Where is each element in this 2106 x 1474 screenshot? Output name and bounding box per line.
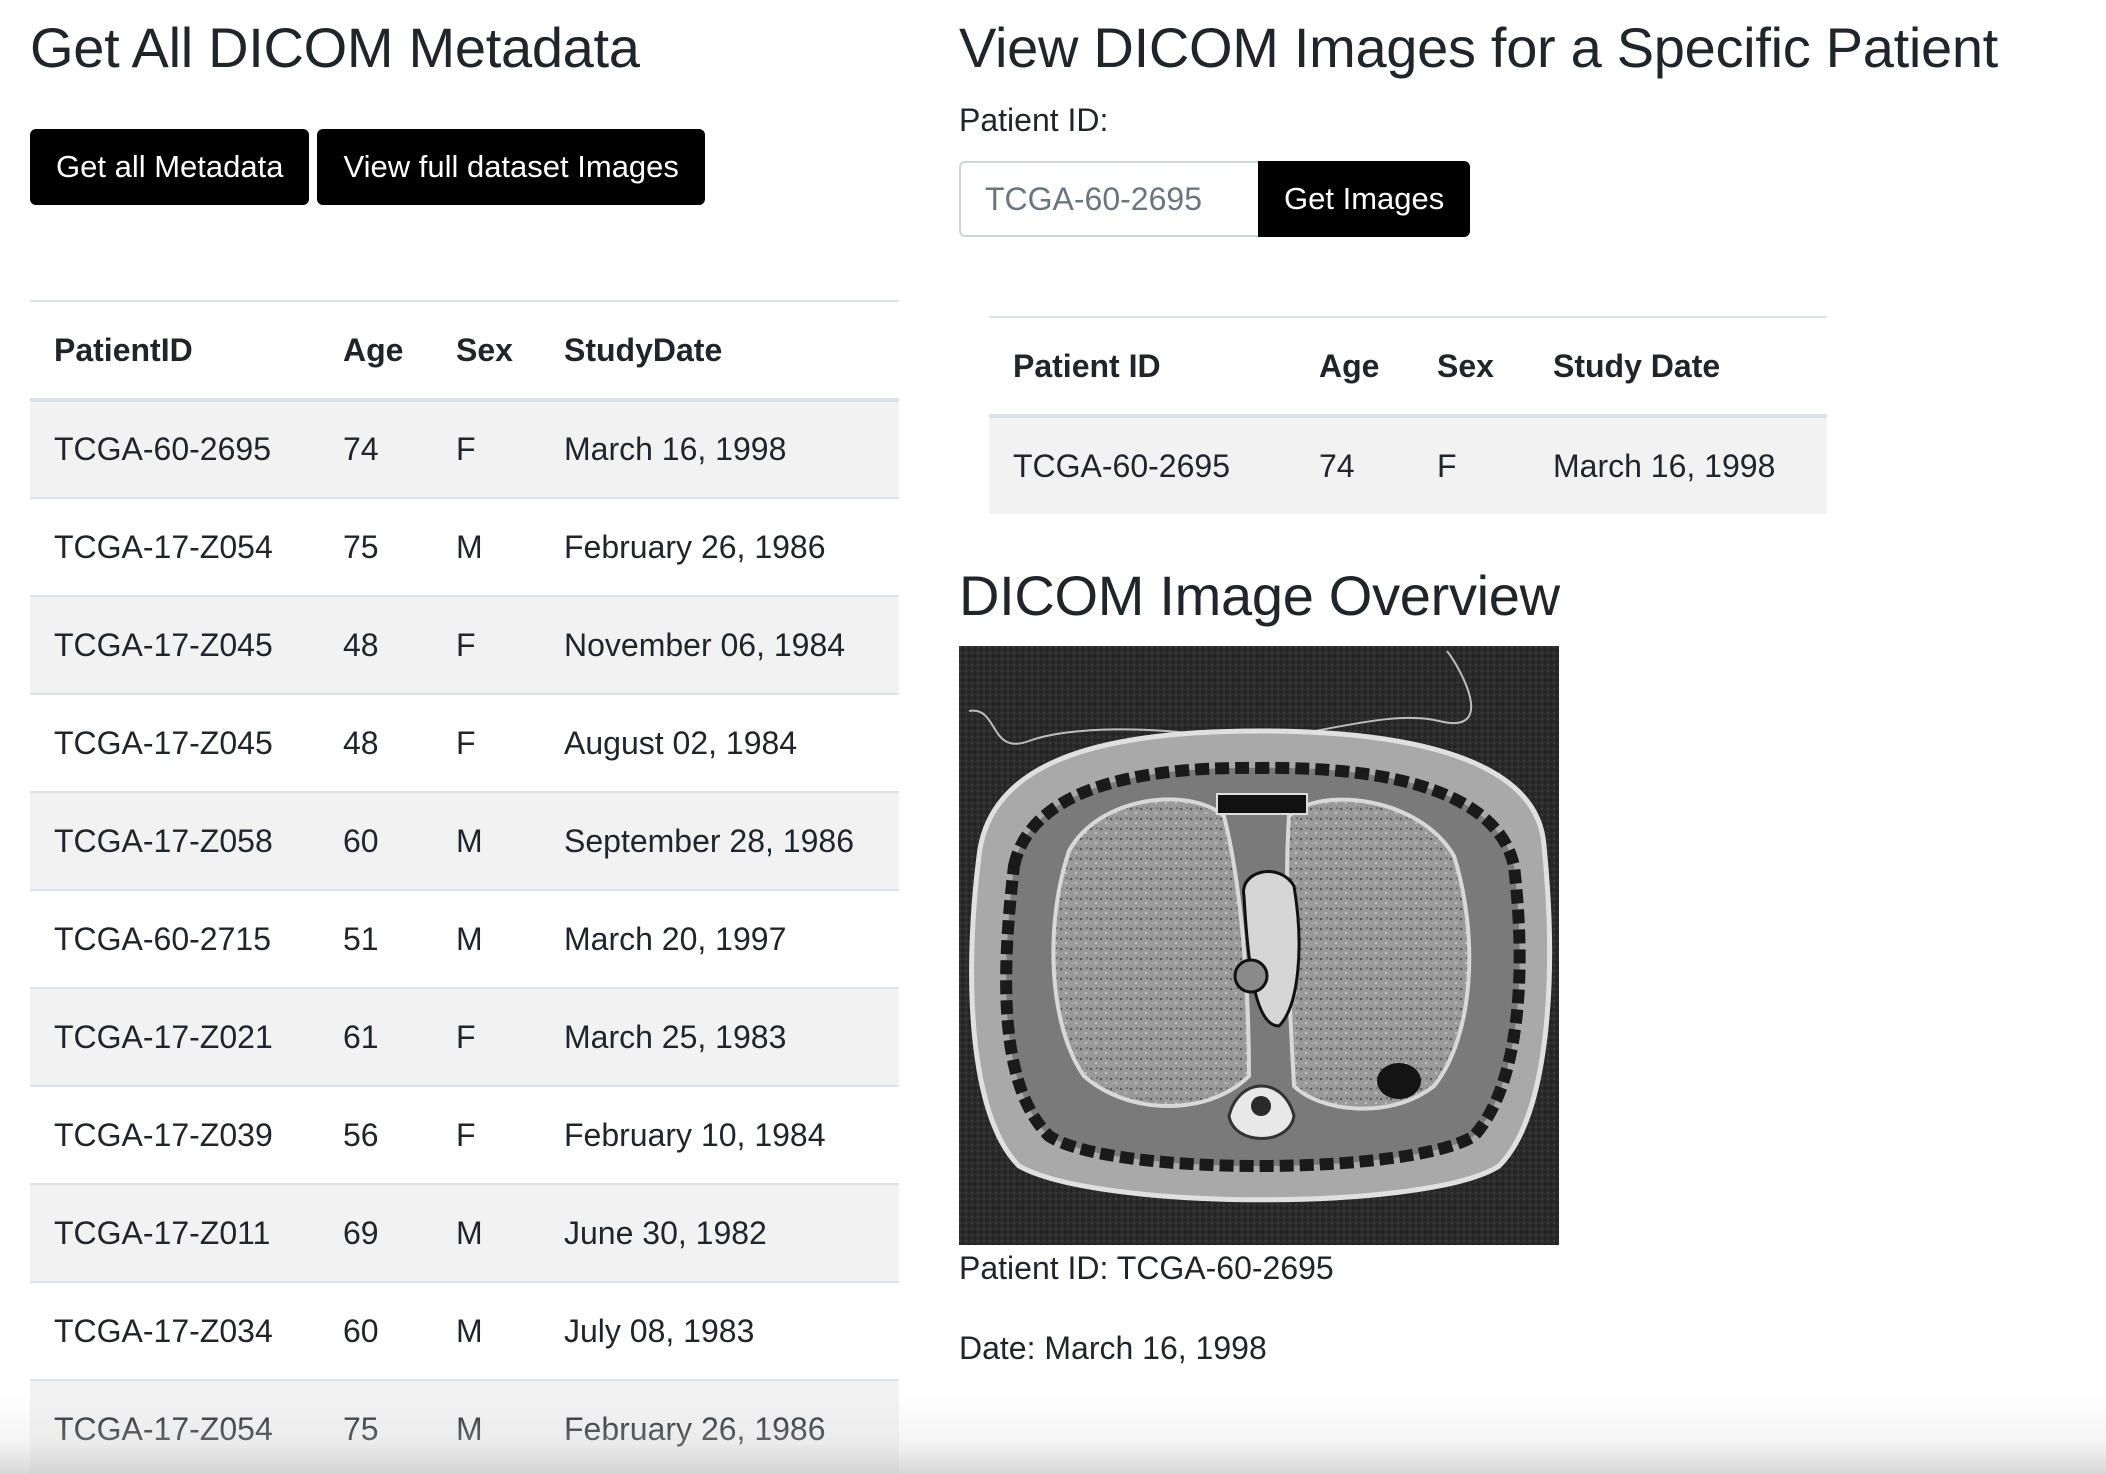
cell-study-date: February 26, 1986 [564, 1410, 826, 1447]
cell-age: 48 [343, 626, 379, 663]
metadata-table-header-row: PatientID Age Sex StudyDate [30, 301, 899, 402]
patient-id-input[interactable] [959, 161, 1258, 237]
image-date-caption: Date: March 16, 1998 [959, 1330, 1267, 1366]
cell-sex: F [456, 1018, 476, 1055]
cell-age: 51 [343, 920, 379, 957]
table-row: TCGA-60-2695 74 F March 16, 1998 [989, 416, 1827, 514]
table-row: TCGA-60-2715 51 M March 20, 1997 [30, 890, 899, 988]
get-all-metadata-button[interactable]: Get all Metadata [30, 129, 310, 205]
cell-study-date: March 20, 1997 [564, 920, 787, 957]
cell-study-date: March 16, 1998 [1553, 447, 1776, 484]
column-header-age: Age [1295, 317, 1413, 418]
table-row: TCGA-17-Z039 56 F February 10, 1984 [30, 1086, 899, 1184]
cell-study-date: September 28, 1986 [564, 822, 854, 859]
table-row: TCGA-60-2695 74 F March 16, 1998 [30, 400, 899, 498]
cell-patient-id: TCGA-17-Z058 [54, 822, 273, 859]
patient-id-label: Patient ID: [959, 102, 1109, 138]
cell-age: 61 [343, 1018, 379, 1055]
column-header-sex: Sex [432, 301, 540, 402]
cell-patient-id: TCGA-17-Z021 [54, 1018, 273, 1055]
cell-patient-id: TCGA-60-2715 [54, 920, 271, 957]
cell-age: 48 [343, 724, 379, 761]
table-row: TCGA-17-Z021 61 F March 25, 1983 [30, 988, 899, 1086]
column-header-study-date: StudyDate [540, 301, 899, 402]
cell-age: 60 [343, 1312, 379, 1349]
cell-patient-id: TCGA-17-Z045 [54, 626, 273, 663]
cell-patient-id: TCGA-17-Z054 [54, 528, 273, 565]
table-row: TCGA-17-Z054 75 M February 26, 1986 [30, 498, 899, 596]
cell-patient-id: TCGA-17-Z045 [54, 724, 273, 761]
cell-age: 56 [343, 1116, 379, 1153]
cell-study-date: February 26, 1986 [564, 528, 826, 565]
table-row: TCGA-17-Z054 75 M February 26, 1986 [30, 1380, 899, 1474]
cell-study-date: June 30, 1982 [564, 1214, 767, 1251]
cell-sex: M [456, 920, 483, 957]
table-row: TCGA-17-Z058 60 M September 28, 1986 [30, 792, 899, 890]
metadata-table: PatientID Age Sex StudyDate TCGA-60-2695… [30, 300, 899, 1474]
cell-sex: F [456, 626, 476, 663]
metadata-button-row: Get all Metadata View full dataset Image… [30, 129, 705, 205]
table-row: TCGA-17-Z011 69 M June 30, 1982 [30, 1184, 899, 1282]
column-header-study-date: Study Date [1529, 317, 1827, 418]
ct-scan-graphic [959, 646, 1559, 1245]
cell-study-date: July 08, 1983 [564, 1312, 755, 1349]
dicom-ct-image [959, 646, 1559, 1245]
page: Get All DICOM Metadata Get all Metadata … [0, 0, 2106, 1474]
cell-patient-id: TCGA-17-Z011 [54, 1214, 271, 1251]
cell-age: 74 [1319, 447, 1355, 484]
patient-table: Patient ID Age Sex Study Date TCGA-60-26… [989, 316, 1827, 514]
cell-sex: F [456, 1116, 476, 1153]
cell-sex: M [456, 1214, 483, 1251]
metadata-title: Get All DICOM Metadata [30, 16, 640, 79]
view-full-dataset-images-button[interactable]: View full dataset Images [317, 129, 705, 205]
cell-patient-id: TCGA-17-Z039 [54, 1116, 273, 1153]
column-header-patient-id: PatientID [30, 301, 319, 402]
cell-study-date: February 10, 1984 [564, 1116, 826, 1153]
cell-patient-id: TCGA-60-2695 [54, 431, 271, 467]
patient-table-header-row: Patient ID Age Sex Study Date [989, 317, 1827, 418]
column-header-sex: Sex [1413, 317, 1529, 418]
table-row: TCGA-17-Z045 48 F November 06, 1984 [30, 596, 899, 694]
image-overview-title: DICOM Image Overview [959, 564, 1560, 627]
patient-id-input-group: Get Images [959, 161, 1471, 237]
cell-sex: M [456, 822, 483, 859]
patient-section-title: View DICOM Images for a Specific Patient [959, 16, 1998, 79]
cell-age: 75 [343, 1410, 379, 1447]
cell-sex: M [456, 528, 483, 565]
cell-patient-id: TCGA-17-Z034 [54, 1312, 273, 1349]
table-row: TCGA-17-Z034 60 M July 08, 1983 [30, 1282, 899, 1380]
cell-age: 74 [343, 431, 379, 467]
cell-study-date: November 06, 1984 [564, 626, 846, 663]
cell-sex: F [1437, 447, 1457, 484]
cell-sex: M [456, 1312, 483, 1349]
cell-study-date: March 16, 1998 [564, 431, 787, 467]
cell-sex: F [456, 724, 476, 761]
cell-study-date: March 25, 1983 [564, 1018, 787, 1055]
metadata-table-body: TCGA-60-2695 74 F March 16, 1998 TCGA-17… [30, 400, 899, 1474]
cell-age: 60 [343, 822, 379, 859]
cell-age: 69 [343, 1214, 379, 1251]
cell-sex: F [456, 431, 476, 467]
image-patient-id-caption: Patient ID: TCGA-60-2695 [959, 1250, 1334, 1286]
cell-study-date: August 02, 1984 [564, 724, 798, 761]
table-row: TCGA-17-Z045 48 F August 02, 1984 [30, 694, 899, 792]
column-header-age: Age [319, 301, 432, 402]
column-header-patient-id: Patient ID [989, 317, 1295, 418]
cell-patient-id: TCGA-17-Z054 [54, 1410, 273, 1447]
cell-sex: M [456, 1410, 483, 1447]
get-images-button[interactable]: Get Images [1258, 161, 1471, 237]
cell-age: 75 [343, 528, 379, 565]
cell-patient-id: TCGA-60-2695 [1013, 447, 1230, 484]
